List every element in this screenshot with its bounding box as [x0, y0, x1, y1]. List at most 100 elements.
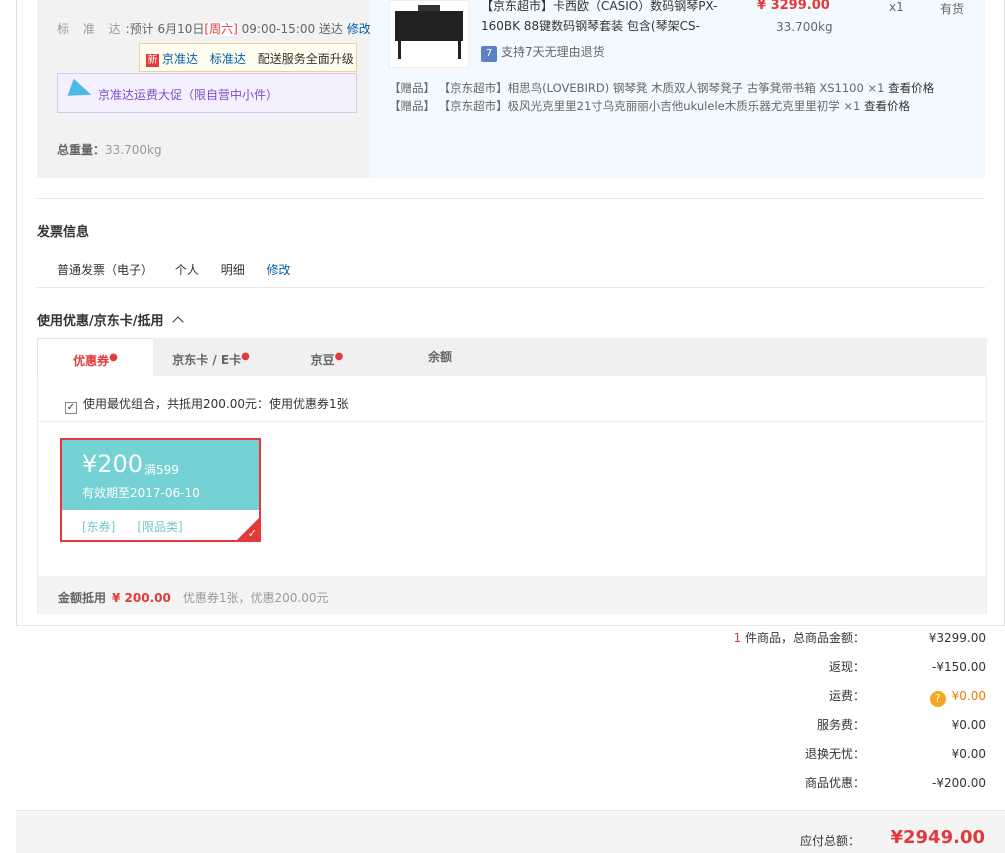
- discount-value: -¥200.00: [932, 776, 986, 790]
- coupon-condition: 满599: [144, 463, 179, 477]
- tab-label: 京豆: [310, 353, 335, 367]
- rebate-label: 返现：: [828, 660, 865, 674]
- tab-jd-beans[interactable]: 京豆●: [269, 338, 385, 376]
- product-qty: x1: [889, 0, 904, 14]
- tab-coupon[interactable]: 优惠券●: [37, 338, 153, 376]
- weight-label: 总重量：: [57, 143, 106, 157]
- delivery-weekday: [周六]: [204, 22, 238, 36]
- standard-link[interactable]: 标准达: [210, 52, 246, 66]
- support-text: 支持7天无理由退货: [501, 45, 605, 59]
- view-price-link[interactable]: 查看价格: [888, 81, 934, 95]
- total-weight: 总重量：33.700kg: [57, 141, 162, 158]
- coupon-card[interactable]: ¥200 满599 有效期至2017-06-10 [东券] [限品类] ✓: [60, 438, 261, 542]
- coupon-area: ✓ 使用最优组合，共抵用200.00元：使用优惠券1张 ¥200 满599 有效期…: [37, 376, 987, 614]
- payable-bar: 应付总额： ¥2949.00: [16, 810, 1005, 853]
- freight-value: ¥0.00: [951, 689, 986, 703]
- coupon-amount: ¥200: [82, 450, 144, 478]
- pay-value: ¥2949.00: [890, 827, 985, 848]
- items-label: 1 件商品，总商品金额：: [734, 628, 865, 648]
- product-price: ¥ 3299.00: [757, 0, 830, 13]
- tab-label: 优惠券: [73, 354, 110, 368]
- divider: [37, 198, 985, 199]
- invoice-title: 发票信息: [37, 225, 90, 240]
- check-icon: ✓: [247, 527, 257, 540]
- discount-tabs: 优惠券● 京东卡 / E卡● 京豆● 余额: [37, 338, 987, 376]
- tab-balance[interactable]: 余额: [382, 338, 498, 376]
- gift-qty: ×1: [867, 81, 885, 95]
- best-combo-checkbox[interactable]: ✓: [65, 402, 77, 414]
- exchange-label: 退换无忧：: [804, 747, 865, 761]
- invoice-detail: 明细: [220, 263, 245, 277]
- delivery-edit-link[interactable]: 修改: [347, 22, 371, 36]
- seven-day-icon: 7: [481, 46, 497, 62]
- paper-plane-icon: [67, 78, 95, 104]
- freight-promo-banner[interactable]: 京准达运费大促（限自营中小件）: [57, 73, 357, 113]
- tip-text: 配送服务全面升级: [257, 52, 354, 66]
- tab-jd-card[interactable]: 京东卡 / E卡●: [153, 338, 269, 376]
- gift-name[interactable]: 【京东超市】相思鸟(LOVEBIRD) 钢琴凳 木质双人钢琴凳子 古筝凳带书箱 …: [439, 81, 864, 95]
- gift-item: 【赠品】 【京东超市】极风光克里里21寸乌克丽丽小吉他ukulele木质乐器尤克…: [389, 98, 910, 114]
- coupon-tags: [东券] [限品类]: [82, 518, 205, 535]
- gift-tag: 【赠品】: [389, 99, 435, 113]
- delivery-type-label: 标 准 达: [57, 22, 126, 36]
- discount-summary: 金额抵用 ¥ 200.00 优惠券1张，优惠200.00元: [38, 576, 986, 614]
- invoice-type: 普通发票（电子）: [57, 263, 154, 277]
- invoice-row: 普通发票（电子） 个人 明细 修改: [57, 261, 309, 278]
- return-support: 7 支持7天无理由退货: [481, 43, 605, 62]
- tab-dot: ●: [241, 351, 250, 362]
- piano-leg-shape: [398, 41, 401, 59]
- gift-tag: 【赠品】: [389, 81, 435, 95]
- help-icon[interactable]: ?: [929, 691, 946, 707]
- delivery-time: 09:00-15:00 送达: [241, 22, 343, 36]
- product-name[interactable]: 【京东超市】卡西欧（CASIO）数码钢琴PX-160BK 88键数码钢琴套装 包…: [481, 0, 721, 36]
- goods-panel: 【京东超市】卡西欧（CASIO）数码钢琴PX-160BK 88键数码钢琴套装 包…: [370, 0, 985, 178]
- items-count: 1: [733, 631, 742, 645]
- weight-value: 33.700kg: [105, 143, 162, 157]
- gift-qty: ×1: [843, 99, 861, 113]
- service-label: 服务费：: [816, 718, 865, 732]
- delivery-date: 预计 6月10日: [129, 22, 205, 36]
- freight-label: 运费：: [828, 689, 865, 703]
- totals-row: 返现： -¥150.00: [600, 657, 990, 677]
- discount-label: 商品优惠：: [804, 776, 865, 790]
- items-value: ¥3299.00: [928, 631, 986, 645]
- coupon-tag: [限品类]: [137, 520, 183, 534]
- summary-amount: ¥ 200.00: [112, 591, 171, 605]
- invoice-person: 个人: [174, 263, 199, 277]
- gift-item: 【赠品】 【京东超市】相思鸟(LOVEBIRD) 钢琴凳 木质双人钢琴凳子 古筝…: [389, 80, 934, 96]
- summary-detail: 优惠券1张，优惠200.00元: [182, 591, 329, 605]
- coupon-tag: [东券]: [82, 520, 116, 534]
- totals-row: 退换无忧： ¥0.00: [600, 744, 990, 764]
- invoice-edit-link[interactable]: 修改: [267, 263, 291, 277]
- jzd-link[interactable]: 京准达: [162, 52, 198, 66]
- delivery-upgrade-tip: 新京准达 标准达 配送服务全面升级: [139, 43, 357, 72]
- gift-name[interactable]: 【京东超市】极风光克里里21寸乌克丽丽小吉他ukulele木质乐器尤克里里初学: [439, 99, 840, 113]
- divider: [37, 287, 985, 288]
- tab-dot: ●: [109, 352, 118, 363]
- totals-row: 1 件商品，总商品金额： ¥3299.00: [600, 628, 990, 648]
- piano-leg-shape: [458, 41, 461, 59]
- service-value: ¥0.00: [951, 718, 986, 732]
- summary-label: 金额抵用: [58, 591, 107, 605]
- tab-label: 余额: [427, 350, 452, 364]
- view-price-link[interactable]: 查看价格: [864, 99, 910, 113]
- piano-body-shape: [395, 11, 463, 41]
- pay-label: 应付总额：: [799, 834, 860, 848]
- discount-title: 使用优惠/京东卡/抵用: [37, 314, 164, 329]
- rebate-value: -¥150.00: [932, 660, 986, 674]
- exchange-value: ¥0.00: [951, 747, 986, 761]
- totals-row: 运费： ? ¥0.00: [600, 686, 990, 707]
- tab-dot: ●: [334, 351, 344, 362]
- chevron-up-icon: [172, 316, 184, 328]
- shipping-panel: 标 准 达:预计 6月10日[周六] 09:00-15:00 送达 修改 新京准…: [37, 0, 371, 178]
- new-badge: 新: [146, 54, 159, 67]
- items-text: 件商品，总商品金额：: [744, 631, 865, 645]
- delivery-date-row: 标 准 达:预计 6月10日[周六] 09:00-15:00 送达 修改: [57, 22, 371, 36]
- product-weight: 33.700kg: [776, 20, 833, 34]
- product-stock: 有货: [940, 2, 965, 16]
- discount-section-toggle[interactable]: 使用优惠/京东卡/抵用: [37, 310, 184, 329]
- product-image[interactable]: [389, 0, 469, 68]
- totals-row: 商品优惠： -¥200.00: [600, 773, 990, 793]
- freight-cell: ? ¥0.00: [929, 686, 986, 707]
- best-combo-text: 使用最优组合，共抵用200.00元：使用优惠券1张: [83, 397, 349, 411]
